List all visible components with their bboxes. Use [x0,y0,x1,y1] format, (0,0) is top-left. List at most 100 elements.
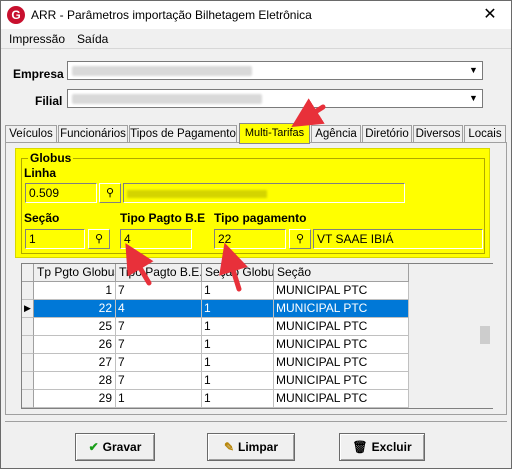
table-cell: MUNICIPAL PTC [274,300,409,318]
table-cell: 29 [34,390,116,408]
table-cell: 22 [34,300,116,318]
table-cell: MUNICIPAL PTC [274,336,409,354]
menu-bar: Impressão Saída [1,29,511,49]
chevron-down-icon[interactable]: ▼ [466,63,481,78]
table-row[interactable]: 25 7 1 MUNICIPAL PTC [22,318,409,336]
table-cell: MUNICIPAL PTC [274,318,409,336]
tab-bar: Veículos Funcionários Tipos de Pagamento… [5,123,507,144]
globus-highlight-area: Globus Linha 0.509 ⚲ Seção 1 ⚲ Tipo Pagt… [15,148,490,258]
close-button[interactable]: ✕ [469,1,511,29]
table-cell: 1 [202,318,274,336]
limpar-label: Limpar [238,440,279,454]
table-cell: 26 [34,336,116,354]
row-indicator[interactable] [22,372,34,390]
tab-diversos[interactable]: Diversos [413,125,463,143]
table-row[interactable]: 1 7 1 MUNICIPAL PTC [22,282,409,300]
filial-label: Filial [35,94,63,108]
linha-input[interactable]: 0.509 [25,183,97,203]
tab-agencia[interactable]: Agência [311,125,361,143]
app-logo-icon: G [7,6,25,24]
secao-label: Seção [24,211,60,225]
column-header[interactable]: Seção [274,264,409,282]
linha-description-field [123,183,405,203]
table-row[interactable]: 29 1 1 MUNICIPAL PTC [22,390,409,408]
main-window: G ARR - Parâmetros importação Bilhetagem… [0,0,512,469]
arrow-to-multi-tarifas-tab [291,98,326,128]
table-cell: 7 [116,372,202,390]
chevron-down-icon[interactable]: ▼ [466,91,481,106]
table-cell: 27 [34,354,116,372]
column-header[interactable]: Seção Globus [202,264,274,282]
table-row[interactable]: ▶ 22 4 1 MUNICIPAL PTC [22,300,409,318]
secao-lookup-button[interactable]: ⚲ [88,229,110,249]
trash-icon: 🗑 [352,440,368,454]
table-cell: 28 [34,372,116,390]
gravar-button[interactable]: ✔ Gravar [75,433,155,461]
binoculars-icon: ⚲ [105,187,115,199]
table-cell: 7 [116,318,202,336]
row-indicator[interactable] [22,282,34,300]
table-cell: 1 [202,336,274,354]
limpar-button[interactable]: ✎ Limpar [207,433,295,461]
tab-locais[interactable]: Locais [464,125,506,143]
tipo-pagamento-description: VT SAAE IBIÁ [313,229,483,249]
menu-impressao[interactable]: Impressão [9,32,65,46]
linha-lookup-button[interactable]: ⚲ [99,183,121,203]
binoculars-icon: ⚲ [295,233,305,245]
tab-veiculos[interactable]: Veículos [5,125,57,143]
table-cell: 4 [116,300,202,318]
row-indicator[interactable] [22,318,34,336]
filial-select[interactable]: ▼ [67,89,483,108]
tab-multi-tarifas[interactable]: Multi-Tarifas [239,123,310,144]
tipo-pagto-be-label: Tipo Pagto B.E [120,211,206,225]
table-cell: MUNICIPAL PTC [274,282,409,300]
tab-diretorio[interactable]: Diretório [362,125,412,143]
table-row[interactable]: 27 7 1 MUNICIPAL PTC [22,354,409,372]
row-indicator[interactable] [22,354,34,372]
table-cell: 7 [116,282,202,300]
tipo-pagamento-input[interactable]: 22 [214,229,286,249]
table-cell: MUNICIPAL PTC [274,390,409,408]
excluir-button[interactable]: 🗑 Excluir [339,433,425,461]
filial-redacted-value [72,94,262,104]
row-indicator[interactable]: ▶ [22,300,34,318]
row-indicator-header [22,264,34,282]
column-header[interactable]: Tp Pgto Globus [34,264,116,282]
table-cell: 1 [202,282,274,300]
table-cell: 1 [202,354,274,372]
table-cell: 7 [116,354,202,372]
tab-tipos-de-pagamento[interactable]: Tipos de Pagamento [129,125,237,143]
tab-funcionarios[interactable]: Funcionários [58,125,128,143]
tipo-pagto-be-input[interactable]: 4 [120,229,192,249]
linha-redacted-description [127,189,267,198]
table-cell: 1 [202,372,274,390]
excluir-label: Excluir [371,440,412,454]
empresa-label: Empresa [13,67,64,81]
row-indicator[interactable] [22,336,34,354]
menu-saida[interactable]: Saída [77,32,108,46]
binoculars-icon: ⚲ [94,233,104,245]
table-row[interactable]: 26 7 1 MUNICIPAL PTC [22,336,409,354]
row-indicator[interactable] [22,390,34,408]
table-cell: MUNICIPAL PTC [274,372,409,390]
table-cell: 1 [34,282,116,300]
secao-input[interactable]: 1 [25,229,85,249]
globus-group-title: Globus [28,151,74,165]
scrollbar-thumb[interactable] [480,326,490,344]
column-header[interactable]: Tipo Pagto B.E. [116,264,202,282]
checkmark-icon: ✔ [88,440,99,454]
tipo-pagamento-lookup-button[interactable]: ⚲ [289,229,311,249]
table-row[interactable]: 28 7 1 MUNICIPAL PTC [22,372,409,390]
table-cell: 1 [202,300,274,318]
window-title: ARR - Parâmetros importação Bilhetagem E… [31,8,312,22]
grid-header: Tp Pgto Globus Tipo Pagto B.E. Seção Glo… [22,264,409,282]
broom-icon: ✎ [223,440,235,454]
table-cell: 25 [34,318,116,336]
tarifas-grid[interactable]: Tp Pgto Globus Tipo Pagto B.E. Seção Glo… [21,263,493,409]
table-cell: 1 [202,390,274,408]
empresa-select[interactable]: ▼ [67,61,483,80]
title-bar: G ARR - Parâmetros importação Bilhetagem… [1,1,511,29]
grid-scrollbar[interactable] [477,264,493,408]
table-cell: MUNICIPAL PTC [274,354,409,372]
empresa-redacted-value [72,66,252,76]
